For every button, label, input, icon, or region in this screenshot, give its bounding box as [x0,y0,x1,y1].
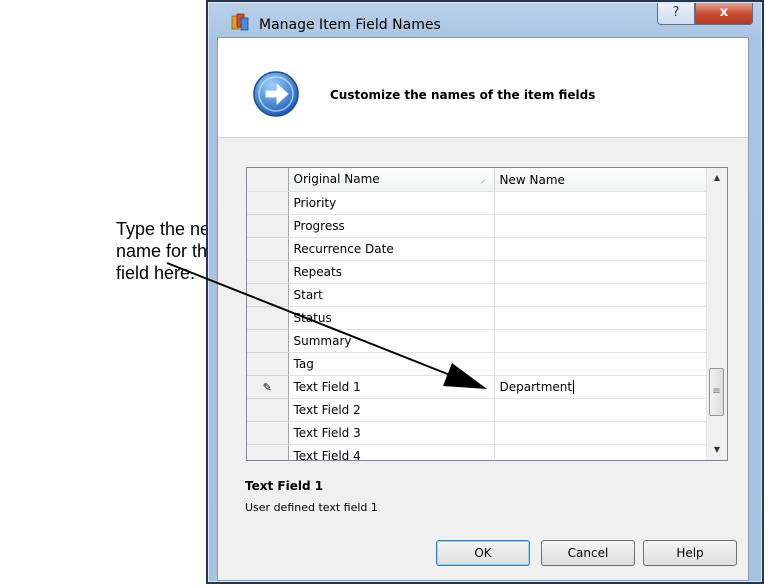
field-description-title: Text Field 1 [245,479,324,493]
new-name-cell[interactable] [494,306,708,330]
row-selector[interactable] [247,260,289,284]
row-selector[interactable] [247,306,289,330]
original-name-cell: Recurrence Date [288,237,495,261]
table-row[interactable]: Recurrence Date [247,237,708,261]
title-bar[interactable]: Manage Item Field Names ? x [209,3,761,37]
original-name-cell: Repeats [288,260,495,284]
row-selector[interactable] [247,444,289,460]
new-name-cell[interactable] [494,444,708,460]
column-header-original-name[interactable]: Original Name ⸝ [288,168,495,192]
row-selector[interactable] [247,398,289,422]
dialog-client-area: Customize the names of the item fields O… [217,37,749,581]
row-selector[interactable] [247,352,289,376]
header-instruction: Customize the names of the item fields [330,88,596,102]
table-row[interactable]: Priority [247,191,708,215]
new-name-cell[interactable] [494,421,708,445]
new-name-cell[interactable] [494,352,708,376]
original-name-cell: Text Field 3 [288,421,495,445]
table-row[interactable]: Text Field 3 [247,421,708,445]
original-name-cell: Priority [288,191,495,215]
row-selector[interactable] [247,283,289,307]
grid-header-row: Original Name ⸝ New Name [247,168,708,192]
title-help-button[interactable]: ? [657,3,695,25]
table-row[interactable]: Progress [247,214,708,238]
new-name-cell-editing[interactable]: Department [494,375,708,399]
original-name-cell: Start [288,283,495,307]
row-selector[interactable] [247,214,289,238]
original-name-cell: Progress [288,214,495,238]
app-icon [231,13,249,31]
row-selector[interactable] [247,329,289,353]
column-header-new-name[interactable]: New Name [494,168,708,192]
row-selector[interactable] [247,421,289,445]
row-selector[interactable] [247,237,289,261]
original-name-cell: Tag [288,352,495,376]
table-row[interactable]: Start [247,283,708,307]
field-names-table: Original Name ⸝ New Name Priority Progres… [247,168,708,460]
column-header-original-label: Original Name [293,172,380,186]
sort-icon: ⸝ [480,173,486,186]
row-selector[interactable] [247,191,289,215]
arrow-right-circle-icon [253,71,299,117]
scroll-down-arrow-icon[interactable]: ▼ [707,440,727,460]
ok-button[interactable]: OK [436,540,530,566]
dialog-header: Customize the names of the item fields [218,38,748,138]
new-name-cell[interactable] [494,214,708,238]
new-name-cell[interactable] [494,398,708,422]
new-name-cell[interactable] [494,237,708,261]
table-row[interactable]: Summary [247,329,708,353]
table-row[interactable]: Text Field 2 [247,398,708,422]
original-name-cell: Status [288,306,495,330]
original-name-cell: Text Field 1 [288,375,495,399]
new-name-cell[interactable] [494,283,708,307]
manage-item-field-names-dialog: Manage Item Field Names ? x Customize th… [206,0,764,584]
vertical-scrollbar[interactable]: ▲ ≡ ▼ [706,168,727,460]
original-name-cell: Text Field 2 [288,398,495,422]
original-name-cell: Text Field 4 [288,444,495,460]
table-row[interactable]: Tag [247,352,708,376]
scroll-up-arrow-icon[interactable]: ▲ [707,168,727,188]
window-frame: Manage Item Field Names ? x Customize th… [208,2,762,582]
new-name-cell[interactable] [494,329,708,353]
field-names-grid[interactable]: Original Name ⸝ New Name Priority Progres… [246,167,728,461]
title-close-button[interactable]: x [695,3,753,25]
scrollbar-thumb[interactable]: ≡ [709,368,724,416]
new-name-input[interactable]: Department [500,380,575,394]
original-name-cell: Summary [288,329,495,353]
new-name-cell[interactable] [494,191,708,215]
table-row[interactable]: Text Field 4 [247,444,708,460]
table-row-editing[interactable]: ✎ Text Field 1 Department [247,375,708,399]
row-selector-header [247,168,289,192]
table-row[interactable]: Repeats [247,260,708,284]
edit-pencil-icon[interactable]: ✎ [247,375,289,399]
help-button[interactable]: Help [643,540,737,566]
table-row[interactable]: Status [247,306,708,330]
window-title: Manage Item Field Names [259,17,441,33]
cancel-button[interactable]: Cancel [541,540,635,566]
field-description-text: User defined text field 1 [245,501,378,514]
new-name-cell[interactable] [494,260,708,284]
